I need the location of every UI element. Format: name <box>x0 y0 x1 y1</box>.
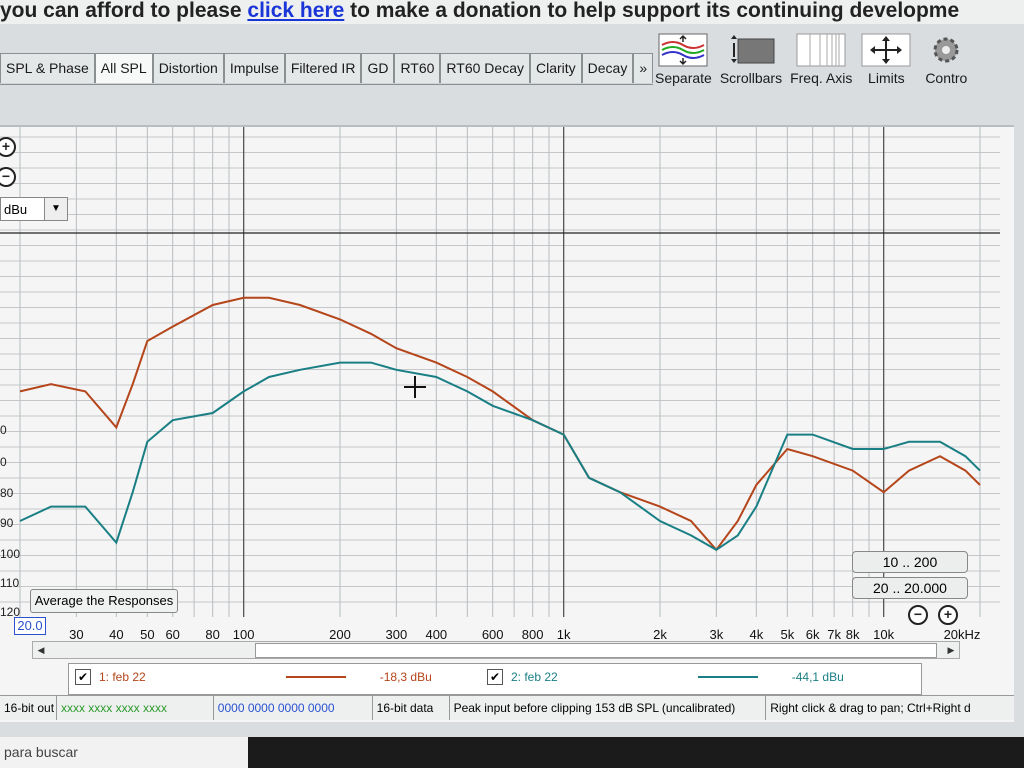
status-bar: 16-bit out xxxx xxxx xxxx xxxx 0000 0000… <box>0 695 1014 720</box>
status-meter-out: xxxx xxxx xxxx xxxx <box>57 696 214 720</box>
limits-label: Limits <box>868 70 905 86</box>
y-tick-label: 100 <box>0 547 21 561</box>
x-tick-label: 80 <box>205 627 220 642</box>
x-tick-label: 100 <box>232 627 255 642</box>
unit-select[interactable]: dBu ▼ <box>0 197 68 221</box>
x-tick-label: 6k <box>805 627 820 642</box>
x-tick-label: 400 <box>425 627 448 642</box>
x-tick-label: 40 <box>109 627 124 642</box>
x-tick-label: 1k <box>556 627 571 642</box>
separate-label: Separate <box>655 70 712 86</box>
chevron-down-icon: ▼ <box>44 198 67 220</box>
x-zoom-out-icon[interactable]: − <box>908 605 928 625</box>
legend-value-1: -18,3 dBu <box>379 670 432 684</box>
banner-text-post: to make a donation to help support its c… <box>344 0 960 22</box>
unit-select-value: dBu <box>4 202 28 217</box>
freq-axis-icon <box>795 30 847 70</box>
y-tick-label: 80 <box>0 486 14 500</box>
y-tick-label: 110 <box>0 576 20 590</box>
status-peak-input: Peak input before clipping 153 dB SPL (u… <box>450 696 767 720</box>
tab-rt60[interactable]: RT60 <box>394 53 441 83</box>
tab-more[interactable]: » <box>633 53 654 83</box>
horizontal-scrollbar[interactable]: ◀ ▶ <box>32 641 960 659</box>
graph-toolbar: Separate Scrollbars Freq. Axis Limits Co… <box>655 30 980 86</box>
x-tick-label: 50 <box>140 627 155 642</box>
x-tick-label: 20kHz <box>943 627 981 642</box>
donation-link[interactable]: click here <box>247 0 344 22</box>
series-line-2 <box>19 361 981 551</box>
tab-clarity[interactable]: Clarity <box>529 53 582 83</box>
tab-decay[interactable]: Decay <box>581 53 634 83</box>
x-tick-label: 800 <box>521 627 544 642</box>
taskbar-search[interactable]: para buscar <box>0 737 248 768</box>
crosshair-icon <box>404 376 426 398</box>
status-meter-in: 0000 0000 0000 0000 <box>214 696 373 720</box>
x-tick-label: 10k <box>873 627 895 642</box>
x-tick-label: 7k <box>827 627 841 642</box>
x-zoom-in-icon[interactable]: + <box>938 605 958 625</box>
legend-item-2[interactable]: ✔ 2: feb 22 -44,1 dBu <box>487 669 844 685</box>
x-tick-label: 4k <box>749 627 764 642</box>
legend-swatch-2 <box>697 676 758 678</box>
x-tick-label: 30 <box>69 627 84 642</box>
x-tick-label: 8k <box>845 627 860 642</box>
x-start-field[interactable]: 20.0 <box>14 617 46 635</box>
x-tick-label: 600 <box>481 627 504 642</box>
freq-axis-label: Freq. Axis <box>790 70 853 86</box>
donation-banner: you can afford to please click here to m… <box>0 0 1024 24</box>
tab-rt60-decay[interactable]: RT60 Decay <box>440 53 530 83</box>
tab-impulse[interactable]: Impulse <box>223 53 285 83</box>
legend-item-1[interactable]: ✔ 1: feb 22 -18,3 dBu <box>75 669 432 685</box>
x-tick-label: 5k <box>780 627 795 642</box>
status-input-bits: 16-bit data <box>373 696 450 720</box>
controls-icon <box>920 30 972 70</box>
freq-axis-button[interactable]: Freq. Axis <box>790 30 852 86</box>
scrollbars-icon <box>725 30 777 70</box>
legend-swatch-1 <box>285 676 346 678</box>
range-20-20000-button[interactable]: 20 .. 20.000 <box>852 577 968 599</box>
tab-spl-phase[interactable]: SPL & Phase <box>0 53 95 83</box>
scrollbars-button[interactable]: Scrollbars <box>720 30 782 86</box>
legend-name-1: 1: feb 22 <box>99 670 146 684</box>
checkbox-icon[interactable]: ✔ <box>75 669 91 685</box>
controls-label: Contro <box>925 70 968 86</box>
series-line-1 <box>19 296 981 552</box>
x-tick-label: 200 <box>329 627 351 642</box>
tab-distortion[interactable]: Distortion <box>152 53 224 83</box>
y-tick-label: 90 <box>0 516 14 530</box>
tab-all-spl[interactable]: All SPL <box>94 53 153 83</box>
checkbox-icon[interactable]: ✔ <box>487 669 503 685</box>
x-tick-label: 300 <box>385 627 408 642</box>
scrollbar-thumb[interactable] <box>255 643 937 658</box>
spl-graph-panel[interactable]: + − dBu ▼ 0 0 80 90 100 110 120 Average … <box>0 125 1014 722</box>
x-tick-label: 3k <box>709 627 724 642</box>
legend-name-2: 2: feb 22 <box>511 670 558 684</box>
limits-button[interactable]: Limits <box>860 30 912 86</box>
legend-value-2: -44,1 dBu <box>791 670 844 684</box>
status-hint: Right click & drag to pan; Ctrl+Right d <box>770 701 971 715</box>
spl-plot[interactable] <box>0 127 1014 622</box>
legend-panel: ✔ 1: feb 22 -18,3 dBu ✔ 2: feb 22 -44,1 … <box>68 663 922 695</box>
tab-gd[interactable]: GD <box>361 53 395 83</box>
range-10-200-button[interactable]: 10 .. 200 <box>852 551 968 573</box>
banner-text-pre: you can afford to please <box>0 0 248 22</box>
scroll-right-icon[interactable]: ▶ <box>943 642 959 658</box>
controls-button[interactable]: Contro <box>920 30 972 86</box>
y-tick-label: 0 <box>0 455 7 469</box>
tab-filtered-ir[interactable]: Filtered IR <box>284 53 362 83</box>
separate-icon <box>657 30 709 70</box>
status-output-bits: 16-bit out <box>0 696 57 720</box>
graph-tab-bar: SPL & Phase All SPL Distortion Impulse F… <box>0 53 654 85</box>
average-responses-button[interactable]: Average the Responses <box>30 589 178 613</box>
taskbar: para buscar <box>0 737 1024 768</box>
scroll-left-icon[interactable]: ◀ <box>33 642 49 658</box>
limits-icon <box>860 30 912 70</box>
scrollbars-label: Scrollbars <box>719 70 783 86</box>
x-tick-label: 2k <box>653 627 667 642</box>
y-tick-label: 0 <box>0 423 7 437</box>
separate-button[interactable]: Separate <box>655 30 712 86</box>
x-tick-label: 60 <box>165 627 180 642</box>
